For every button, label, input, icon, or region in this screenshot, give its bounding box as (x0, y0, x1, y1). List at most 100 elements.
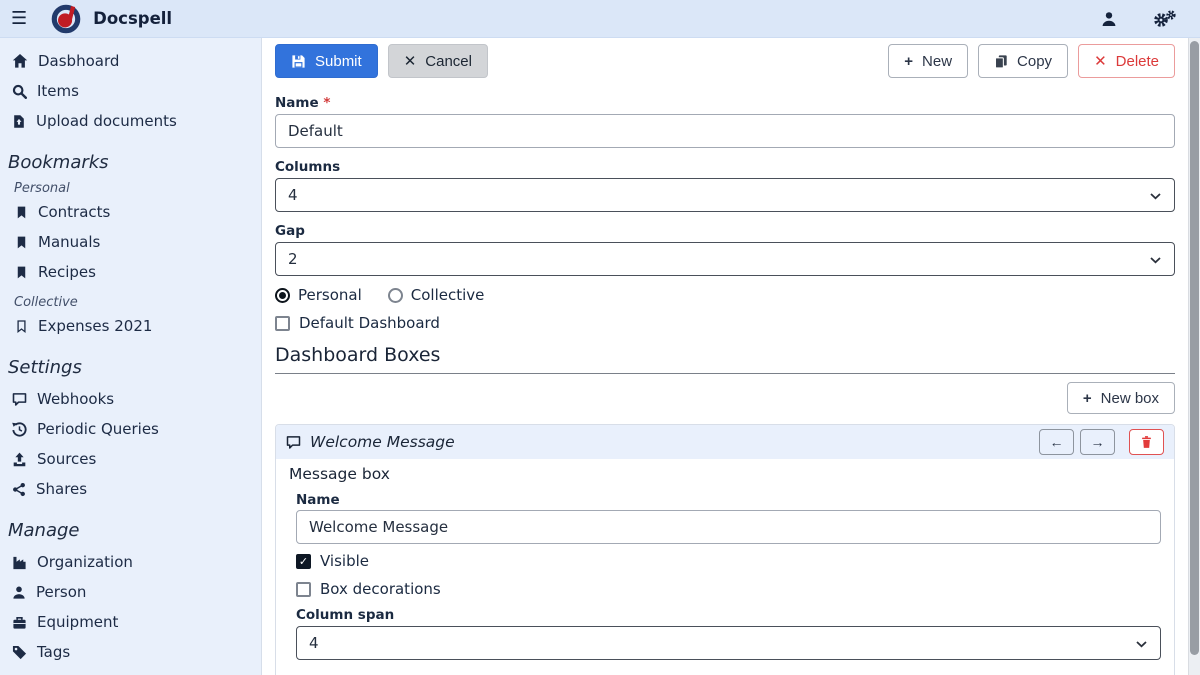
box-name-field-label: Name (296, 493, 1161, 508)
sidebar-section-settings: Settings (8, 357, 261, 378)
name-field-label: Name * (275, 96, 1175, 111)
sidebar-item-label: Expenses 2021 (38, 318, 152, 334)
bookmark-group-personal: Personal (14, 181, 261, 196)
columns-field-label: Columns (275, 160, 1175, 175)
sidebar-item-person[interactable]: Person (0, 577, 261, 607)
required-mark: * (323, 95, 330, 111)
new-button[interactable]: + New (888, 44, 968, 78)
sidebar-item-sources[interactable]: Sources (0, 444, 261, 474)
sidebar-item-label: Shares (36, 481, 87, 497)
checkbox-checked-icon[interactable]: ✓ (296, 554, 311, 569)
checkbox-unchecked-icon[interactable] (296, 582, 311, 597)
sidebar-item-label: Dasbhoard (38, 53, 119, 69)
sidebar-item-items[interactable]: Items (0, 76, 261, 106)
sidebar-item-label: Organization (37, 554, 133, 570)
comment-icon (286, 435, 301, 450)
bookmark-icon (15, 235, 28, 250)
columns-select[interactable]: 4 (275, 178, 1175, 212)
new-label: New (922, 53, 952, 70)
sidebar-item-label: Sources (37, 451, 96, 467)
sidebar-item-periodic-queries[interactable]: Periodic Queries (0, 414, 261, 444)
gap-field-label: Gap (275, 224, 1175, 239)
box-name-input[interactable] (296, 510, 1161, 544)
docspell-logo-icon (51, 4, 81, 34)
sidebar: Dasbhoard Items Upload documents Bookmar… (0, 38, 262, 675)
vertical-scrollbar[interactable] (1188, 38, 1200, 675)
box-decorations-checkbox-row[interactable]: Box decorations (296, 580, 1161, 598)
sidebar-item-label: Equipment (37, 614, 118, 630)
radio-option-personal[interactable]: Personal (275, 286, 362, 304)
bookmark-icon (15, 265, 28, 280)
chevron-down-icon (1150, 193, 1161, 200)
sidebar-item-dashboard[interactable]: Dasbhoard (0, 46, 261, 76)
sidebar-item-label: Person (36, 584, 86, 600)
sidebar-item-label: Recipes (38, 264, 96, 280)
tags-icon (12, 645, 27, 660)
column-span-select[interactable]: 4 (296, 626, 1161, 660)
share-icon (12, 482, 26, 497)
sidebar-item-label: Items (37, 83, 79, 99)
radio-selected-icon[interactable] (275, 288, 290, 303)
cancel-button[interactable]: ✕ Cancel (388, 44, 488, 78)
organization-icon (12, 555, 27, 570)
history-icon (12, 422, 27, 437)
plus-icon: + (904, 54, 913, 69)
user-account-icon[interactable] (1101, 11, 1117, 27)
sidebar-item-organization[interactable]: Organization (0, 547, 261, 577)
delete-label: Delete (1116, 53, 1159, 70)
bookmark-outline-icon (15, 319, 28, 334)
sidebar-item-equipment[interactable]: Equipment (0, 607, 261, 637)
sidebar-item-label: Periodic Queries (37, 421, 159, 437)
sidebar-item-manuals[interactable]: Manuals (0, 227, 261, 257)
gears-settings-icon[interactable] (1153, 10, 1176, 28)
bookmark-group-collective: Collective (14, 295, 261, 310)
checkbox-unchecked-icon[interactable] (275, 316, 290, 331)
dashboard-name-input[interactable] (275, 114, 1175, 148)
dashboard-boxes-heading: Dashboard Boxes (275, 344, 1175, 374)
visible-checkbox-row[interactable]: ✓ Visible (296, 552, 1161, 570)
check-icon: ✓ (299, 556, 308, 567)
copy-button[interactable]: Copy (978, 44, 1068, 78)
menu-icon[interactable]: ☰ (11, 10, 27, 28)
default-dashboard-checkbox-row[interactable]: Default Dashboard (275, 314, 1175, 332)
delete-box-button[interactable] (1129, 429, 1164, 455)
sidebar-item-tags[interactable]: Tags (0, 637, 261, 667)
main-content: Submit ✕ Cancel + New Copy (262, 38, 1188, 675)
sidebar-item-label: Upload documents (36, 113, 177, 129)
bookmark-icon (15, 205, 28, 220)
sidebar-item-label: Webhooks (37, 391, 114, 407)
new-box-button[interactable]: + New box (1067, 382, 1175, 414)
submit-button[interactable]: Submit (275, 44, 378, 78)
close-icon: ✕ (404, 54, 417, 69)
radio-option-collective[interactable]: Collective (388, 286, 485, 304)
box-body: Message box Name ✓ Visible Box decoratio… (276, 459, 1174, 675)
box-decorations-label: Box decorations (320, 580, 441, 598)
scrollbar-thumb[interactable] (1190, 41, 1199, 655)
columns-selected-value: 4 (288, 186, 298, 204)
sidebar-item-recipes[interactable]: Recipes (0, 257, 261, 287)
top-navbar: ☰ Docspell (0, 0, 1200, 38)
dashboard-box-panel: Welcome Message ← → (275, 424, 1175, 675)
sidebar-item-label: Contracts (38, 204, 110, 220)
move-box-right-button[interactable]: → (1080, 429, 1115, 455)
chevron-down-icon (1136, 641, 1147, 648)
sidebar-item-upload-documents[interactable]: Upload documents (0, 106, 261, 136)
sidebar-item-contracts[interactable]: Contracts (0, 197, 261, 227)
chevron-down-icon (1150, 257, 1161, 264)
sidebar-item-webhooks[interactable]: Webhooks (0, 384, 261, 414)
submit-label: Submit (315, 53, 362, 70)
sidebar-section-manage: Manage (8, 520, 261, 541)
app-title: Docspell (93, 9, 172, 28)
plus-icon: + (1083, 391, 1092, 406)
gap-select[interactable]: 2 (275, 242, 1175, 276)
radio-unselected-icon[interactable] (388, 288, 403, 303)
sidebar-item-expenses-2021[interactable]: Expenses 2021 (0, 311, 261, 341)
trash-icon (1140, 435, 1153, 449)
upload-icon (12, 452, 27, 467)
close-icon: ✕ (1094, 54, 1107, 69)
copy-label: Copy (1017, 53, 1052, 70)
arrow-right-icon: → (1091, 434, 1105, 450)
move-box-left-button[interactable]: ← (1039, 429, 1074, 455)
sidebar-item-shares[interactable]: Shares (0, 474, 261, 504)
delete-button[interactable]: ✕ Delete (1078, 44, 1175, 78)
